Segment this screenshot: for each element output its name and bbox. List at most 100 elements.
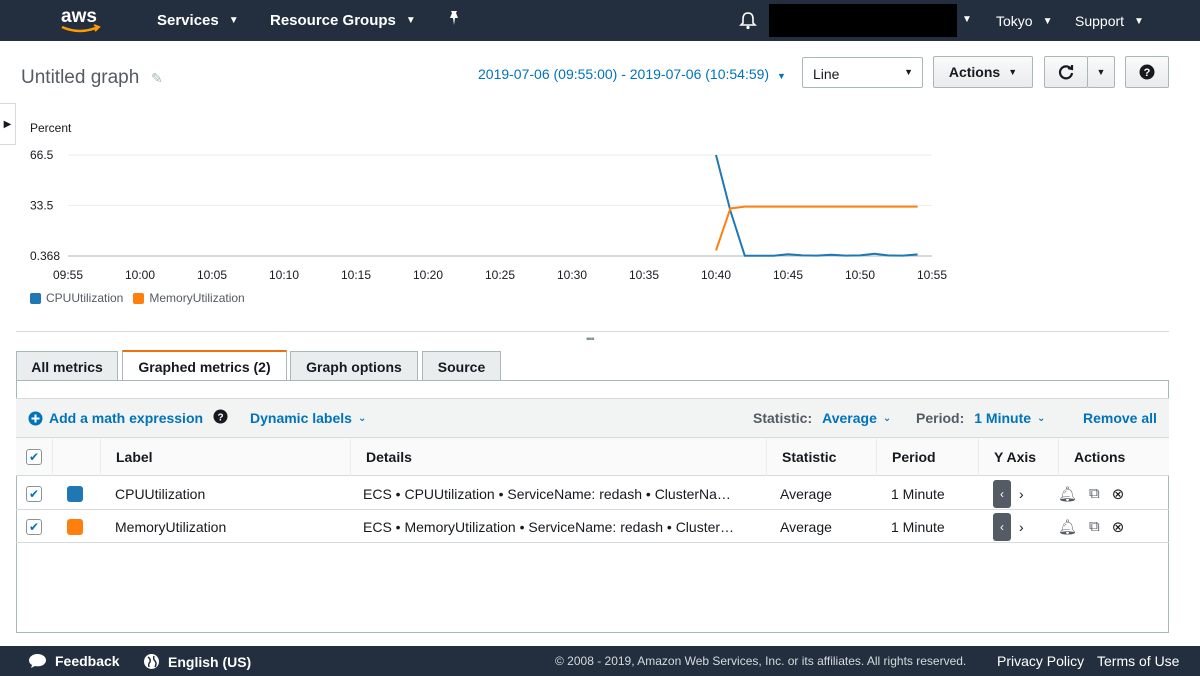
chevron-left-icon[interactable]: ‹: [993, 512, 1011, 541]
checkbox-icon: ✔: [26, 449, 42, 465]
account-chevron-down-icon[interactable]: ▼: [962, 14, 972, 25]
chevron-down-icon: ▼: [1096, 67, 1106, 77]
metric-statistic[interactable]: Average: [780, 510, 832, 543]
time-range-selector[interactable]: 2019-07-06 (09:55:00) - 2019-07-06 (10:5…: [478, 66, 786, 82]
statistic-header[interactable]: Statistic: [766, 438, 876, 476]
copyright-text: © 2008 - 2019, Amazon Web Services, Inc.…: [555, 654, 967, 668]
metric-period[interactable]: 1 Minute: [891, 510, 945, 543]
region-menu[interactable]: Tokyo ▼: [996, 13, 1052, 29]
metric-label[interactable]: CPUUtilization: [115, 477, 205, 510]
dynamic-labels-dropdown[interactable]: Dynamic labels ⌄: [250, 410, 366, 426]
x-tick-label: 09:55: [53, 268, 83, 282]
help-button[interactable]: ?: [1125, 56, 1169, 88]
services-menu[interactable]: Services ▼: [157, 12, 239, 29]
support-label: Support: [1075, 13, 1125, 29]
resource-groups-menu[interactable]: Resource Groups ▼: [270, 12, 416, 29]
legend-item-memory[interactable]: MemoryUtilization: [133, 291, 245, 305]
bell-icon[interactable]: 🔔︎: [1058, 518, 1077, 536]
color-box: [67, 518, 83, 535]
pin-icon[interactable]: [447, 10, 461, 26]
close-circle-icon[interactable]: ⊗: [1112, 518, 1125, 536]
duplicate-icon[interactable]: ⧉: [1089, 485, 1100, 502]
metrics-table-header: ✔ Label Details Statistic Period Y Axis …: [16, 438, 1169, 476]
close-circle-icon[interactable]: ⊗: [1112, 485, 1125, 503]
help-icon[interactable]: ?: [213, 409, 228, 424]
metric-statistic[interactable]: Average: [780, 477, 832, 510]
x-tick-label: 10:20: [413, 268, 443, 282]
language-selector[interactable]: English (US): [143, 653, 251, 670]
legend-label: MemoryUtilization: [149, 291, 245, 305]
plus-circle-icon: [28, 411, 43, 425]
chevron-right-icon[interactable]: ›: [1019, 519, 1024, 535]
legend-item-cpu[interactable]: CPUUtilization: [30, 291, 123, 305]
help-icon: ?: [1139, 64, 1155, 80]
support-menu[interactable]: Support ▼: [1075, 13, 1144, 29]
tab-label: Source: [437, 358, 486, 375]
feedback-button[interactable]: Feedback: [28, 653, 120, 669]
tab-graphed-metrics[interactable]: Graphed metrics (2): [122, 350, 287, 381]
remove-all-button[interactable]: Remove all: [1083, 410, 1157, 426]
chevron-down-icon: ▼: [405, 15, 416, 26]
tab-graph-options[interactable]: Graph options: [290, 351, 418, 381]
series-color-swatch[interactable]: [67, 510, 83, 543]
privacy-policy-link[interactable]: Privacy Policy: [997, 653, 1084, 669]
pencil-icon[interactable]: ✎: [151, 70, 163, 87]
series-line-MemoryUtilization: [715, 205, 918, 251]
select-all-checkbox[interactable]: ✔: [16, 438, 52, 476]
statistic-dropdown[interactable]: Average: [822, 410, 877, 426]
graph-type-select[interactable]: Line ▼: [802, 57, 923, 88]
y-tick-label: 66.5: [30, 148, 54, 162]
checkbox-icon: ✔: [26, 485, 42, 502]
series-color-swatch[interactable]: [67, 477, 83, 510]
services-label: Services: [157, 12, 219, 29]
row-checkbox[interactable]: ✔: [26, 477, 42, 510]
actions-header: Actions: [1058, 438, 1169, 476]
aws-logo-text: aws: [61, 6, 97, 27]
metric-period[interactable]: 1 Minute: [891, 477, 945, 510]
svg-text:?: ?: [1144, 67, 1151, 79]
row-checkbox[interactable]: ✔: [26, 510, 42, 543]
account-menu-redacted[interactable]: [769, 4, 957, 37]
chevron-down-icon: ⌄: [1037, 412, 1046, 424]
chevron-left-icon[interactable]: ‹: [993, 479, 1011, 508]
graph-type-value: Line: [813, 66, 840, 82]
label-header[interactable]: Label: [100, 438, 350, 476]
tab-all-metrics[interactable]: All metrics: [16, 351, 118, 381]
y-tick-label: 0.368: [30, 249, 60, 263]
chart-legend: CPUUtilization MemoryUtilization: [30, 291, 245, 305]
tab-source[interactable]: Source: [422, 351, 501, 381]
bell-icon[interactable]: 🔔︎: [1058, 485, 1077, 503]
y-axis-switch: ‹ ›: [993, 510, 1024, 543]
x-tick-label: 10:15: [341, 268, 371, 282]
period-header[interactable]: Period: [876, 438, 978, 476]
chevron-right-icon[interactable]: ›: [1019, 486, 1024, 502]
period-control: Period: 1 Minute ⌄: [916, 410, 1045, 426]
refresh-options-button[interactable]: ▼: [1087, 56, 1115, 88]
actions-button[interactable]: Actions ▼: [933, 56, 1033, 88]
y-axis-switch: ‹ ›: [993, 477, 1024, 510]
details-header[interactable]: Details: [350, 438, 766, 476]
x-tick-label: 10:00: [125, 268, 155, 282]
statistic-label: Statistic:: [753, 410, 813, 426]
color-box: [67, 485, 83, 502]
tab-label: Graphed metrics (2): [138, 358, 271, 375]
refresh-button[interactable]: [1044, 56, 1088, 88]
add-math-expression-button[interactable]: Add a math expression: [28, 410, 203, 426]
terms-of-use-link[interactable]: Terms of Use: [1097, 653, 1179, 669]
y-tick-label: 33.5: [30, 198, 54, 212]
bell-icon[interactable]: [739, 11, 757, 30]
x-tick-label: 10:35: [629, 268, 659, 282]
table-row: ✔ MemoryUtilization ECS • MemoryUtilizat…: [16, 510, 1169, 543]
aws-logo[interactable]: aws: [58, 5, 104, 35]
chevron-down-icon: ▼: [1008, 67, 1018, 77]
duplicate-icon[interactable]: ⧉: [1089, 518, 1100, 535]
add-math-label: Add a math expression: [49, 410, 204, 426]
row-actions: 🔔︎ ⧉ ⊗: [1058, 510, 1124, 543]
period-dropdown[interactable]: 1 Minute: [974, 410, 1031, 426]
metric-details: ECS • MemoryUtilization • ServiceName: r…: [363, 518, 735, 535]
resize-grip-icon[interactable]: ▪▪▪: [586, 334, 595, 345]
graph-title: Untitled graph: [21, 67, 140, 88]
x-tick-label: 10:55: [917, 268, 947, 282]
metric-label[interactable]: MemoryUtilization: [115, 510, 226, 543]
table-row: ✔ CPUUtilization ECS • CPUUtilization • …: [16, 477, 1169, 510]
